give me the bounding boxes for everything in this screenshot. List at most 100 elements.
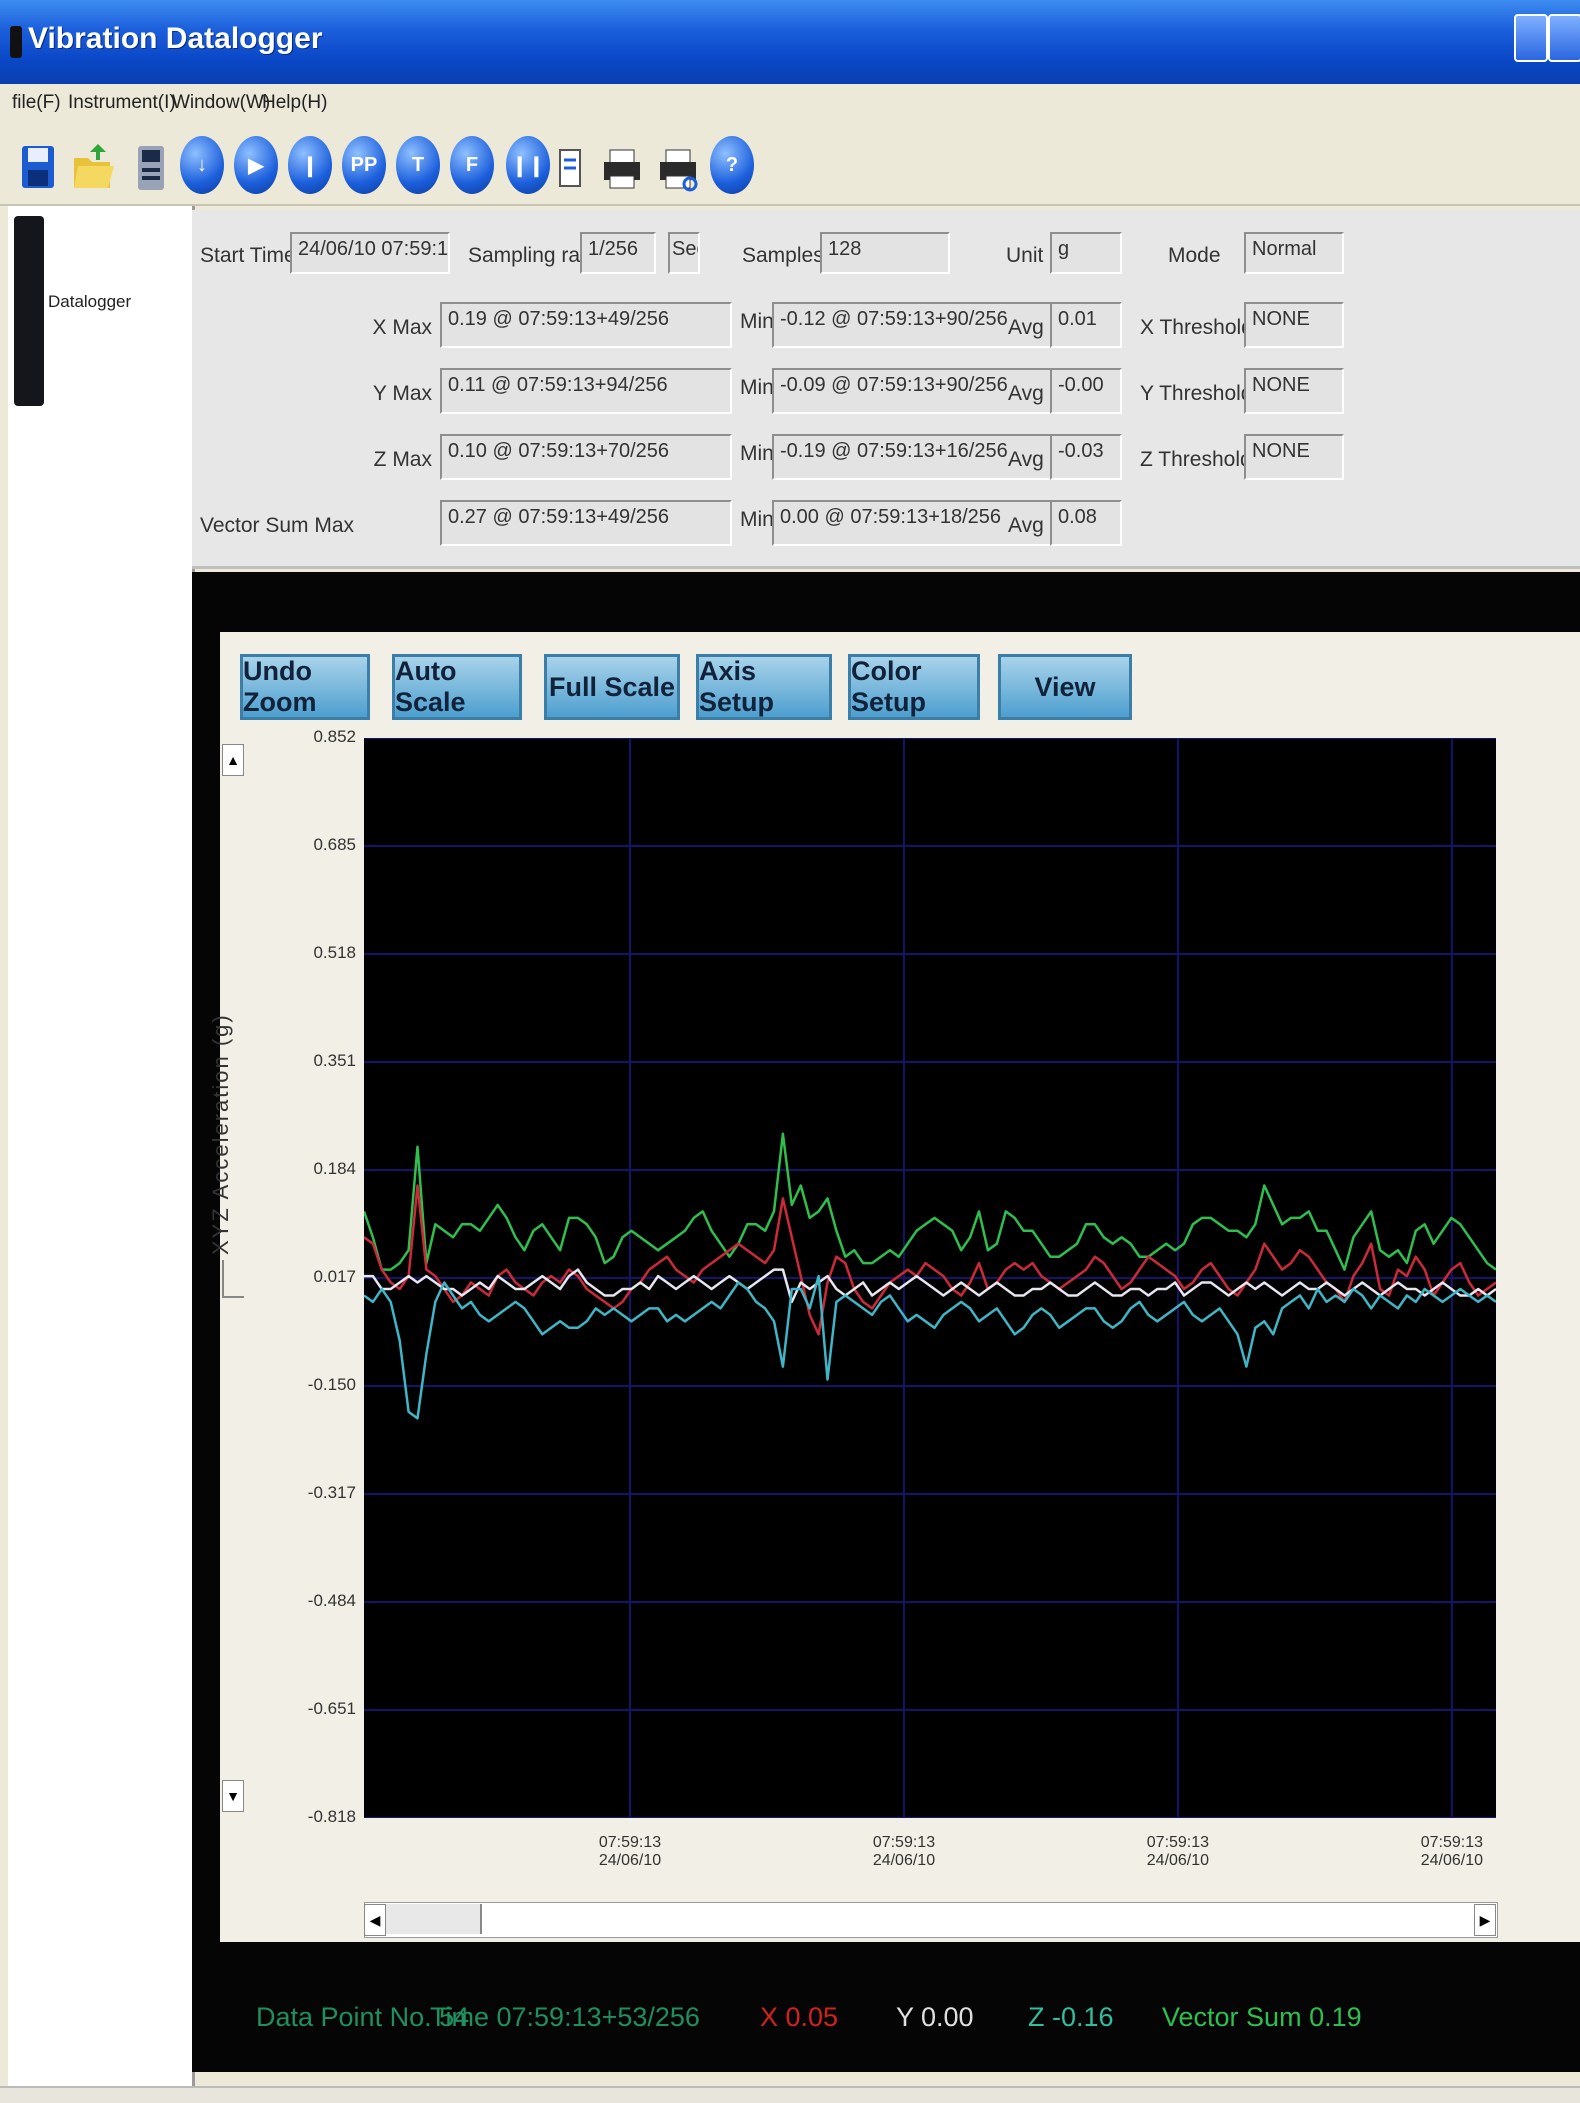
vertical-scroll-thumb[interactable] bbox=[222, 1260, 244, 1298]
vector-sum-avg-field: 0.08 bbox=[1050, 500, 1122, 546]
scroll-right-button[interactable]: ▶ bbox=[1474, 1904, 1496, 1936]
start-time-field: 24/06/10 07:59:13 bbox=[290, 232, 450, 274]
z-threshold-field: NONE bbox=[1244, 434, 1344, 480]
toolbar: ↓ ▶ ❙ PP T F ❙❙ ? bbox=[0, 126, 1580, 206]
stop-icon[interactable]: ❙❙ bbox=[506, 136, 550, 194]
pause-icon[interactable]: ❙ bbox=[288, 136, 332, 194]
view-button[interactable]: View bbox=[998, 654, 1132, 720]
y-tick-label: 0.017 bbox=[313, 1267, 356, 1286]
z-readout: Z -0.16 bbox=[1028, 2002, 1114, 2032]
y-max-label: Y Max bbox=[372, 382, 432, 405]
status-bar bbox=[0, 2086, 1580, 2103]
datalogger-settings-icon[interactable] bbox=[128, 136, 174, 196]
y-tick-label: 0.852 bbox=[313, 727, 356, 746]
vector-sum-avg-label: Avg bbox=[1008, 514, 1044, 537]
horizontal-scrollbar[interactable] bbox=[364, 1902, 1498, 1938]
horizontal-scroll-thumb[interactable] bbox=[386, 1904, 482, 1934]
app-icon bbox=[10, 26, 22, 58]
samples-field: 128 bbox=[820, 232, 950, 274]
y-avg-label: Avg bbox=[1008, 382, 1044, 405]
x-tick-time: 07:59:13 bbox=[1420, 1834, 1483, 1851]
y-tick-label: -0.317 bbox=[307, 1483, 356, 1502]
undo-zoom-button[interactable]: Undo Zoom bbox=[240, 654, 370, 720]
y-max-field: 0.11 @ 07:59:13+94/256 bbox=[440, 368, 732, 414]
x-threshold-label: X Threshold bbox=[1140, 316, 1253, 339]
y-readout: Y 0.00 bbox=[896, 2002, 974, 2032]
y-tick-label: -0.818 bbox=[307, 1807, 356, 1826]
device-label[interactable]: Datalogger bbox=[48, 292, 131, 312]
y-tick-label: 0.518 bbox=[313, 943, 356, 962]
t-icon[interactable]: T bbox=[396, 136, 440, 194]
z-avg-field: -0.03 bbox=[1050, 434, 1122, 480]
x-threshold-field: NONE bbox=[1244, 302, 1344, 348]
menu-help[interactable]: Help(H) bbox=[262, 92, 327, 114]
x-max-label: X Max bbox=[372, 316, 432, 339]
y-avg-field: -0.00 bbox=[1050, 368, 1122, 414]
z-avg-label: Avg bbox=[1008, 448, 1044, 471]
acceleration-plot[interactable] bbox=[364, 738, 1496, 1818]
auto-scale-button[interactable]: Auto Scale bbox=[392, 654, 522, 720]
x-tick-time: 07:59:13 bbox=[1146, 1834, 1210, 1851]
time-readout: Time 07:59:13+53/256 bbox=[430, 2002, 700, 2032]
print-preview-icon[interactable] bbox=[656, 136, 702, 196]
export-icon[interactable] bbox=[552, 136, 598, 196]
vector-sum-min-label: Min bbox=[740, 508, 774, 531]
y-min-label: Min bbox=[740, 376, 774, 399]
menu-file[interactable]: file(F) bbox=[12, 92, 61, 114]
axis-setup-button[interactable]: Axis Setup bbox=[696, 654, 832, 720]
device-tree-panel: Datalogger bbox=[8, 206, 195, 2086]
z-min-label: Min bbox=[740, 442, 774, 465]
x-tick-label: 07:59:13 24/06/10 bbox=[1133, 1834, 1223, 1870]
mode-field: Normal bbox=[1244, 232, 1344, 274]
vector-sum-readout: Vector Sum 0.19 bbox=[1162, 2002, 1362, 2032]
print-icon[interactable] bbox=[600, 136, 646, 196]
scroll-down-button[interactable]: ▼ bbox=[222, 1780, 244, 1812]
window-title: Vibration Datalogger bbox=[28, 22, 323, 55]
z-max-label: Z Max bbox=[373, 448, 432, 471]
x-tick-label: 07:59:13 24/06/10 bbox=[585, 1834, 675, 1870]
y-tick-label: -0.484 bbox=[307, 1591, 356, 1610]
y-tick-label: 0.351 bbox=[313, 1051, 356, 1070]
start-time-label: Start Time bbox=[200, 244, 296, 267]
x-tick-label: 07:59:13 24/06/10 bbox=[1407, 1834, 1497, 1870]
x-avg-field: 0.01 bbox=[1050, 302, 1122, 348]
y-axis-label: XYZ Acceleration (g) bbox=[208, 1013, 233, 1255]
y-tick-label: -0.150 bbox=[307, 1375, 356, 1394]
unit-field: g bbox=[1050, 232, 1122, 274]
color-setup-button[interactable]: Color Setup bbox=[848, 654, 980, 720]
x-tick-time: 07:59:13 bbox=[872, 1834, 936, 1851]
y-tick-label: -0.651 bbox=[307, 1699, 356, 1718]
f-icon[interactable]: F bbox=[450, 136, 494, 194]
x-tick-date: 24/06/10 bbox=[1146, 1852, 1210, 1869]
x-tick-date: 24/06/10 bbox=[598, 1852, 662, 1869]
save-icon[interactable] bbox=[16, 136, 62, 196]
y-threshold-label: Y Threshold bbox=[1140, 382, 1253, 405]
menu-instrument[interactable]: Instrument(I) bbox=[68, 92, 176, 114]
vector-sum-max-label: Vector Sum Max bbox=[200, 514, 355, 537]
help-icon[interactable]: ? bbox=[710, 136, 754, 194]
sampling-rate-label: Sampling rate bbox=[468, 244, 598, 267]
vector-sum-max-field: 0.27 @ 07:59:13+49/256 bbox=[440, 500, 732, 546]
full-scale-button[interactable]: Full Scale bbox=[544, 654, 680, 720]
sampling-unit-field: Sec bbox=[668, 232, 700, 274]
scroll-up-button[interactable]: ▲ bbox=[222, 744, 244, 776]
scroll-left-button[interactable]: ◀ bbox=[364, 1904, 386, 1936]
download-icon[interactable]: ↓ bbox=[180, 136, 224, 194]
samples-label: Samples bbox=[742, 244, 824, 267]
maximize-button[interactable] bbox=[1548, 14, 1580, 62]
menu-window[interactable]: Window(W) bbox=[172, 92, 270, 114]
unit-label: Unit bbox=[1006, 244, 1044, 267]
y-tick-label: 0.685 bbox=[313, 835, 356, 854]
x-tick-time: 07:59:13 bbox=[598, 1834, 662, 1851]
x-readout: X 0.05 bbox=[760, 2002, 839, 2032]
datalogger-device-icon[interactable] bbox=[14, 216, 44, 406]
x-tick-date: 24/06/10 bbox=[872, 1852, 936, 1869]
z-max-field: 0.10 @ 07:59:13+70/256 bbox=[440, 434, 732, 480]
sampling-rate-field: 1/256 bbox=[580, 232, 656, 274]
statistics-panel: Start Time 24/06/10 07:59:13 Sampling ra… bbox=[192, 210, 1580, 569]
minimize-button[interactable] bbox=[1514, 14, 1548, 62]
open-folder-icon[interactable] bbox=[70, 136, 116, 196]
pp-icon[interactable]: PP bbox=[342, 136, 386, 194]
x-tick-date: 24/06/10 bbox=[1420, 1852, 1483, 1869]
play-icon[interactable]: ▶ bbox=[234, 136, 278, 194]
